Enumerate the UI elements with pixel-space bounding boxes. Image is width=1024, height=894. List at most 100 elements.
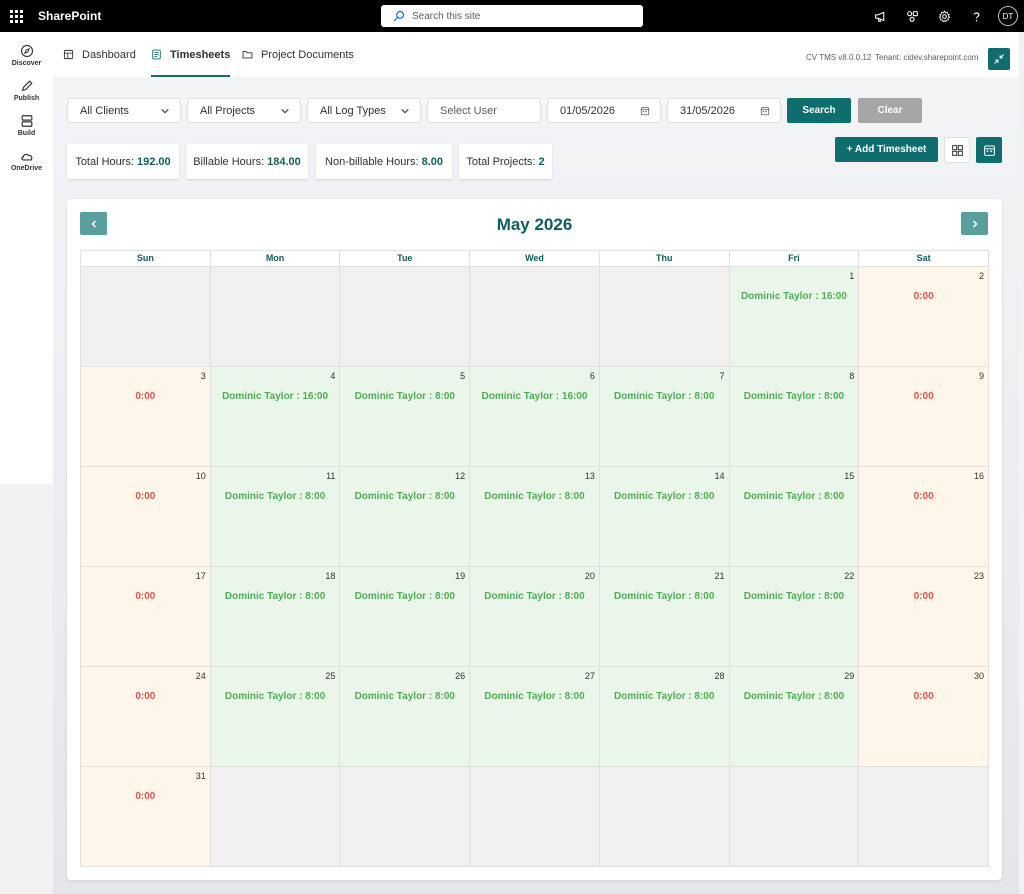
calendar-day-cell[interactable]: 11 Dominic Taylor : 8:00 [210, 467, 341, 567]
calendar-day-cell[interactable]: 16 0:00 [859, 467, 989, 567]
add-timesheet-button[interactable]: + Add Timesheet [835, 137, 938, 162]
calendar-day-cell[interactable]: 29 Dominic Taylor : 8:00 [729, 667, 860, 767]
timesheet-entry[interactable]: Dominic Taylor : 8:00 [470, 491, 599, 502]
timesheet-entry[interactable]: Dominic Taylor : 8:00 [340, 691, 469, 702]
connections-button[interactable] [896, 0, 928, 32]
clients-dropdown[interactable]: All Clients [67, 98, 181, 123]
timesheet-entry[interactable]: Dominic Taylor : 8:00 [340, 491, 469, 502]
calendar-day-cell[interactable]: 31 0:00 [81, 767, 211, 867]
calendar-day-cell[interactable]: 12 Dominic Taylor : 8:00 [340, 467, 471, 567]
calendar-day-cell[interactable]: 18 Dominic Taylor : 8:00 [210, 567, 341, 667]
timesheet-entry[interactable]: Dominic Taylor : 8:00 [600, 591, 729, 602]
calendar-icon [983, 145, 995, 156]
tab-project-documents[interactable]: Project Documents [242, 32, 354, 77]
calendar-day-cell[interactable]: 24 0:00 [81, 667, 211, 767]
calendar-day-cell[interactable]: 10 0:00 [81, 467, 211, 567]
clients-value: All Clients [80, 104, 129, 117]
timesheet-entry[interactable]: Dominic Taylor : 8:00 [730, 691, 859, 702]
timesheet-entry[interactable]: Dominic Taylor : 8:00 [211, 691, 340, 702]
calendar-day-cell[interactable]: 20 Dominic Taylor : 8:00 [470, 567, 600, 667]
zero-hours-entry[interactable]: 0:00 [859, 291, 988, 302]
site-search-box[interactable]: Search this site [381, 5, 643, 27]
brand-name[interactable]: SharePoint [38, 9, 101, 23]
timesheet-entry[interactable]: Dominic Taylor : 8:00 [470, 691, 599, 702]
collapse-button[interactable] [988, 48, 1010, 70]
calendar-day-cell[interactable]: 19 Dominic Taylor : 8:00 [340, 567, 471, 667]
calendar-day-cell[interactable]: 26 Dominic Taylor : 8:00 [340, 667, 471, 767]
tab-timesheets[interactable]: Timesheets [151, 32, 231, 77]
timesheet-entry[interactable]: Dominic Taylor : 8:00 [470, 591, 599, 602]
clear-button[interactable]: Clear [858, 98, 922, 123]
calendar-week: 10 0:00 11 Dominic Taylor : 8:00 12 Dominic T… [81, 467, 989, 567]
app-launcher-button[interactable] [0, 0, 32, 32]
tab-dashboard[interactable]: Dashboard [63, 32, 136, 77]
calendar-day-cell[interactable]: 7 Dominic Taylor : 8:00 [599, 367, 730, 467]
timesheet-entry[interactable]: Dominic Taylor : 8:00 [600, 391, 729, 402]
calendar-week: 3 0:00 4 Dominic Taylor : 16:00 5 Dominic Tay… [81, 367, 989, 467]
calendar-day-cell[interactable]: 5 Dominic Taylor : 8:00 [340, 367, 471, 467]
timesheet-entry[interactable]: Dominic Taylor : 8:00 [340, 391, 469, 402]
zero-hours-entry[interactable]: 0:00 [859, 691, 988, 702]
to-date-field[interactable]: 31/05/2026 [667, 98, 781, 123]
calendar-day-cell[interactable]: 23 0:00 [859, 567, 989, 667]
calendar-day-cell[interactable]: 17 0:00 [81, 567, 211, 667]
from-date-field[interactable]: 01/05/2026 [547, 98, 661, 123]
timesheet-entry[interactable]: Dominic Taylor : 8:00 [600, 691, 729, 702]
log-types-dropdown[interactable]: All Log Types [307, 98, 421, 123]
next-month-button[interactable] [961, 212, 988, 235]
user-picker[interactable]: Select User [427, 98, 541, 123]
calendar-day-cell[interactable]: 1 Dominic Taylor : 16:00 [729, 267, 860, 367]
calendar-view-button[interactable] [976, 137, 1002, 163]
grid-view-button[interactable] [944, 137, 970, 163]
calendar-day-cell[interactable]: 27 Dominic Taylor : 8:00 [470, 667, 600, 767]
search-button[interactable]: Search [787, 98, 851, 123]
timesheet-entry[interactable]: Dominic Taylor : 8:00 [340, 591, 469, 602]
timesheet-entry[interactable]: Dominic Taylor : 8:00 [211, 591, 340, 602]
calendar-day-cell[interactable]: 4 Dominic Taylor : 16:00 [210, 367, 341, 467]
day-number: 20 [584, 571, 595, 581]
timesheet-entry[interactable]: Dominic Taylor : 16:00 [730, 291, 859, 302]
megaphone-button[interactable] [864, 0, 896, 32]
calendar-day-cell[interactable]: 2 0:00 [859, 267, 989, 367]
timesheet-entry[interactable]: Dominic Taylor : 8:00 [730, 591, 859, 602]
zero-hours-entry[interactable]: 0:00 [81, 391, 210, 402]
calendar-day-cell[interactable]: 3 0:00 [81, 367, 211, 467]
calendar-day-cell[interactable]: 15 Dominic Taylor : 8:00 [729, 467, 860, 567]
settings-button[interactable] [928, 0, 960, 32]
rail-label-build: Build [17, 130, 36, 137]
day-number: 30 [973, 671, 984, 681]
zero-hours-entry[interactable]: 0:00 [81, 691, 210, 702]
calendar-day-cell[interactable]: 28 Dominic Taylor : 8:00 [599, 667, 730, 767]
rail-item-discover[interactable]: Discover [0, 44, 53, 67]
zero-hours-entry[interactable]: 0:00 [859, 591, 988, 602]
timesheet-entry[interactable]: Dominic Taylor : 8:00 [730, 491, 859, 502]
zero-hours-entry[interactable]: 0:00 [81, 491, 210, 502]
avatar[interactable]: DT [998, 6, 1018, 26]
timesheet-entry[interactable]: Dominic Taylor : 16:00 [470, 391, 599, 402]
rail-item-publish[interactable]: Publish [0, 79, 53, 102]
projects-dropdown[interactable]: All Projects [187, 98, 301, 123]
calendar-day-cell[interactable]: 25 Dominic Taylor : 8:00 [210, 667, 341, 767]
timesheet-entry[interactable]: Dominic Taylor : 8:00 [730, 391, 859, 402]
calendar-day-cell[interactable]: 13 Dominic Taylor : 8:00 [470, 467, 600, 567]
zero-hours-entry[interactable]: 0:00 [859, 391, 988, 402]
calendar-day-cell[interactable]: 6 Dominic Taylor : 16:00 [470, 367, 600, 467]
calendar-day-cell[interactable]: 9 0:00 [859, 367, 989, 467]
help-button[interactable] [960, 0, 992, 32]
calendar-day-cell[interactable]: 22 Dominic Taylor : 8:00 [729, 567, 860, 667]
zero-hours-entry[interactable]: 0:00 [81, 791, 210, 802]
calendar-day-cell[interactable]: 14 Dominic Taylor : 8:00 [599, 467, 730, 567]
total-hours-value: 192.00 [137, 155, 171, 168]
rail-item-onedrive[interactable]: OneDrive [0, 149, 53, 172]
calendar-empty-cell [729, 767, 860, 867]
timesheet-entry[interactable]: Dominic Taylor : 16:00 [211, 391, 340, 402]
calendar-day-cell[interactable]: 21 Dominic Taylor : 8:00 [599, 567, 730, 667]
zero-hours-entry[interactable]: 0:00 [859, 491, 988, 502]
zero-hours-entry[interactable]: 0:00 [81, 591, 210, 602]
calendar-day-cell[interactable]: 30 0:00 [859, 667, 989, 767]
rail-item-build[interactable]: Build [0, 114, 53, 137]
timesheet-entry[interactable]: Dominic Taylor : 8:00 [600, 491, 729, 502]
day-number: 2 [978, 271, 984, 281]
timesheet-entry[interactable]: Dominic Taylor : 8:00 [211, 491, 340, 502]
calendar-day-cell[interactable]: 8 Dominic Taylor : 8:00 [729, 367, 860, 467]
